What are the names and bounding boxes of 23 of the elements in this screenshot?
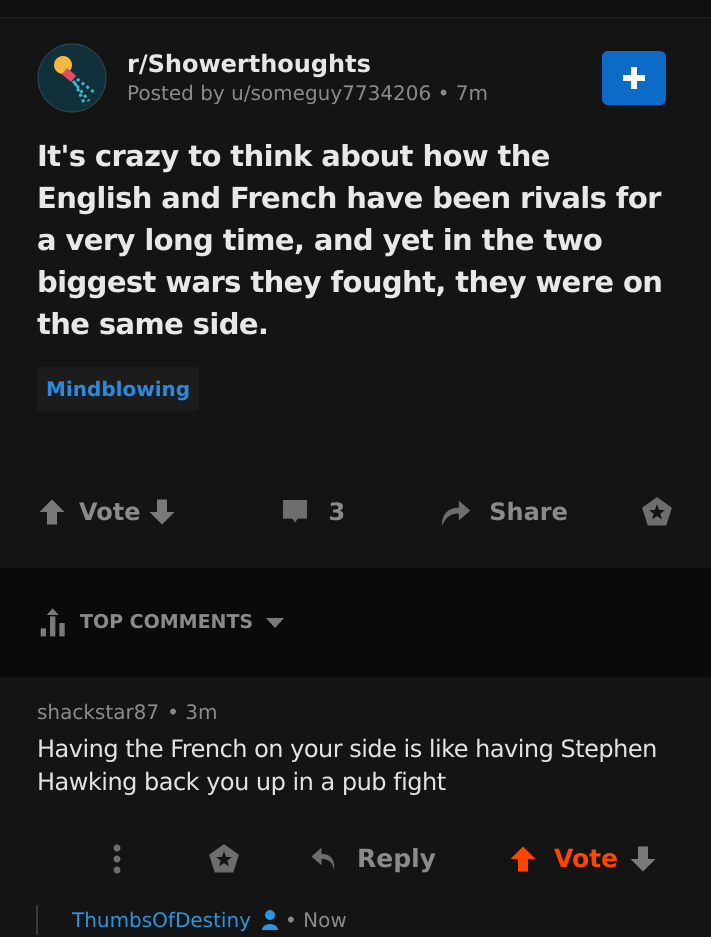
reply-time: • Now: [284, 907, 347, 934]
comment-author[interactable]: shackstar87: [37, 697, 160, 727]
caret-icon: [265, 616, 286, 628]
flair-tag[interactable]: Mindblowing: [37, 367, 200, 411]
plus-icon: [621, 65, 647, 91]
reply-author[interactable]: ThumbsOfDestiny: [72, 905, 251, 935]
user-icon: [260, 909, 279, 931]
more-options-icon[interactable]: [113, 844, 121, 874]
share-label[interactable]: Share: [489, 494, 568, 530]
vote-label: Vote: [554, 843, 618, 876]
post-title: It's crazy to think about how the English and French have been rivals for a very long time, and yet in the two biggest wars they fought, they were on the same side.: [37, 138, 664, 343]
downvote-arrow-icon[interactable]: [628, 844, 658, 874]
subreddit-avatar-icon[interactable]: [37, 43, 107, 113]
reply-label[interactable]: Reply: [357, 840, 436, 878]
comment-time: • 3m: [167, 699, 218, 726]
sort-dropdown[interactable]: TOP COMMENTS: [80, 608, 286, 637]
comment-count: 3: [328, 497, 346, 528]
vote-label: Vote: [79, 497, 140, 528]
join-button[interactable]: [602, 51, 666, 105]
upvote-arrow-icon[interactable]: [37, 497, 67, 527]
subreddit-name[interactable]: r/Showerthoughts: [127, 49, 488, 79]
comment-body: Having the French on your side is like having Stephen Hawking back you up in a pub fight: [37, 734, 658, 798]
post-meta: Posted by u/someguy7734206 • 7m: [127, 80, 488, 107]
